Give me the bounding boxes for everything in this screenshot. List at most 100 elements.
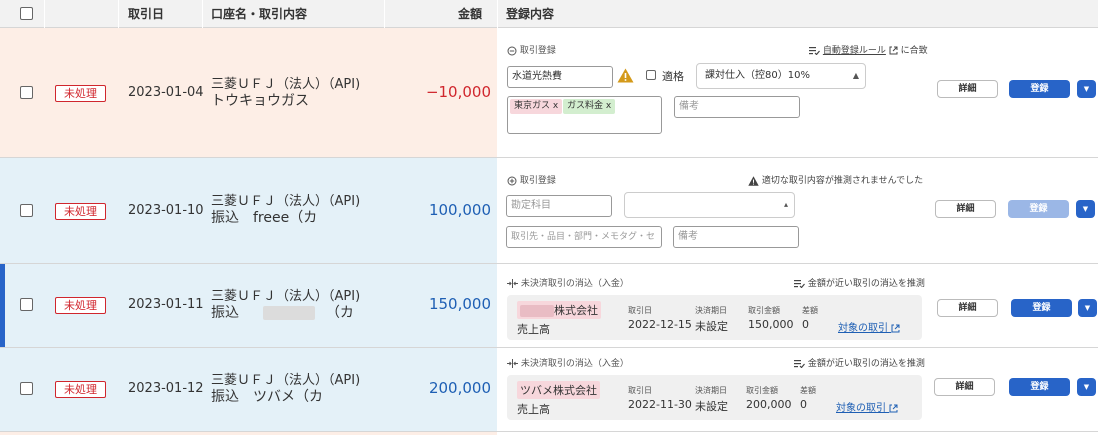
difference-label: 差額 (802, 306, 818, 315)
target-transaction-link[interactable]: 対象の取引 (838, 319, 900, 334)
difference-label: 差額 (800, 386, 816, 395)
account-name: 三菱ＵＦＪ（法人）（API) (211, 289, 361, 304)
header-registration: 登録内容 (506, 7, 555, 21)
register-dropdown-button[interactable]: ▼ (1078, 299, 1097, 317)
suggest-info: 金額が近い取引の消込を推測 (794, 356, 925, 369)
minus-circle-icon (507, 46, 517, 55)
register-button[interactable]: 登録 (1011, 299, 1072, 317)
difference-value: 0 (802, 318, 809, 331)
auto-rule-link[interactable]: 自動登録ルール (823, 46, 886, 56)
detail-button[interactable]: 詳細 (937, 299, 998, 317)
tags-input[interactable]: 東京ガス x ガス料金 x (507, 96, 662, 134)
status-badge: 未処理 (55, 381, 106, 398)
account-name: 三菱ＵＦＪ（法人）（API) (211, 194, 361, 209)
register-button[interactable]: 登録 (1008, 200, 1069, 218)
account-name: 三菱ＵＦＪ（法人）（API) (211, 77, 361, 92)
due-date-label: 決済期日 (695, 386, 727, 395)
section-label[interactable]: 取引登録 (507, 173, 556, 186)
transaction-date: 2023-01-11 (128, 297, 204, 312)
trade-date-label: 取引日 (628, 306, 652, 315)
register-dropdown-button[interactable]: ▼ (1076, 200, 1095, 218)
section-label[interactable]: 取引登録 (507, 43, 556, 56)
status-badge: 未処理 (55, 203, 106, 220)
account-item-input[interactable]: 勘定科目 (506, 195, 612, 217)
amount: −10,000 (425, 83, 491, 101)
trade-date-value: 2022-12-15 (628, 318, 692, 331)
partner-tags-input[interactable]: 取引先・品目・部門・メモタグ・セ (506, 226, 662, 248)
no-suggestion-warning: 適切な取引内容が推測されませんでした (748, 173, 923, 186)
table-row: 未処理 2023-01-10 三菱ＵＦＪ（法人）（API) 振込 freee（カ… (0, 158, 1098, 264)
redacted-text (520, 305, 554, 317)
account-category: 売上高 (517, 403, 550, 416)
qualified-checkbox[interactable] (646, 70, 656, 80)
warning-icon (617, 68, 634, 83)
header-date[interactable]: 取引日 (128, 0, 164, 28)
account-cell: 三菱ＵＦＪ（法人）（API) 振込 （カ (211, 288, 360, 322)
detail-button[interactable]: 詳細 (935, 200, 996, 218)
partner-name: 株式会社 (517, 301, 601, 319)
memo-input[interactable]: 備考 (673, 226, 799, 248)
due-date-label: 決済期日 (695, 306, 727, 315)
tax-category-select[interactable]: ▴ (624, 192, 795, 218)
amount: 100,000 (428, 201, 491, 219)
tax-category-select[interactable]: 課対仕入（控80）10% ▲ (696, 63, 866, 89)
register-dropdown-button[interactable]: ▼ (1077, 378, 1096, 396)
account-item-input[interactable]: 水道光熱費 (507, 66, 613, 88)
chevron-down-icon: ▼ (1083, 85, 1090, 93)
row-checkbox[interactable] (20, 86, 33, 99)
reconcile-candidate-card[interactable]: ツバメ株式会社 売上高 取引日 2022-11-30 決済期日 未設定 取引金額… (507, 375, 922, 420)
table-row: 未処理 2023-01-11 三菱ＵＦＪ（法人）（API) 振込 （カ 150,… (0, 264, 1098, 348)
section-label[interactable]: 未決済取引の消込（入金） (507, 356, 629, 369)
rule-list-icon (794, 360, 805, 368)
account-name: 三菱ＵＦＪ（法人）（API) (211, 373, 361, 388)
header-amount[interactable]: 金額 (458, 0, 482, 28)
select-arrow-icon: ▲ (852, 71, 859, 80)
table-row: 未処理 2023-01-04 三菱ＵＦＪ（法人）（API) トウキョウガス −1… (0, 28, 1098, 158)
external-link-icon (889, 46, 898, 55)
trade-amount-value: 150,000 (748, 318, 794, 331)
detail-button[interactable]: 詳細 (934, 378, 995, 396)
reconcile-icon (507, 279, 518, 288)
row-checkbox[interactable] (20, 204, 33, 217)
register-dropdown-button[interactable]: ▼ (1077, 80, 1096, 98)
reconcile-icon (507, 359, 518, 368)
register-button[interactable]: 登録 (1009, 80, 1070, 98)
external-link-icon (891, 324, 900, 332)
select-all-checkbox[interactable] (20, 7, 33, 20)
target-transaction-link[interactable]: 対象の取引 (836, 399, 898, 414)
transaction-date: 2023-01-04 (128, 85, 204, 100)
chevron-down-icon: ▼ (1083, 383, 1090, 391)
tag-chip[interactable]: 東京ガス x (510, 99, 563, 114)
qualified-label: 適格 (662, 70, 684, 83)
rule-list-icon (794, 280, 805, 288)
trade-date-value: 2022-11-30 (628, 398, 692, 411)
trade-amount-label: 取引金額 (746, 386, 778, 395)
memo-input[interactable]: 備考 (674, 96, 800, 118)
section-label[interactable]: 未決済取引の消込（入金） (507, 276, 629, 289)
header-account: 口座名・取引内容 (211, 7, 308, 21)
trade-amount-label: 取引金額 (748, 306, 780, 315)
transaction-date: 2023-01-12 (128, 381, 204, 396)
table-header: 取引日 口座名・取引内容 金額 登録内容 (0, 0, 1098, 28)
due-date-value: 未設定 (695, 320, 728, 333)
rule-list-icon (809, 47, 820, 55)
partner-name: ツバメ株式会社 (517, 381, 600, 399)
tag-chip[interactable]: ガス料金 x (563, 99, 616, 114)
table-row: 未処理 2023-01-12 三菱ＵＦＪ（法人）（API) 振込 ツバメ（カ 2… (0, 348, 1098, 432)
reconcile-candidate-card[interactable]: 株式会社 売上高 取引日 2022-12-15 決済期日 未設定 取引金額 15… (507, 295, 922, 340)
amount: 150,000 (428, 295, 491, 313)
transaction-description: トウキョウガス (211, 93, 309, 109)
chevron-down-icon: ▼ (1082, 205, 1089, 213)
register-button[interactable]: 登録 (1009, 378, 1070, 396)
transaction-description: 振込 ツバメ（カ (211, 389, 323, 405)
external-link-icon (889, 404, 898, 412)
plus-circle-icon (507, 176, 517, 185)
row-checkbox[interactable] (20, 382, 33, 395)
row-checkbox[interactable] (20, 298, 33, 311)
detail-button[interactable]: 詳細 (937, 80, 998, 98)
suggest-info: 金額が近い取引の消込を推測 (794, 276, 925, 289)
account-category: 売上高 (517, 323, 550, 336)
difference-value: 0 (800, 398, 807, 411)
account-cell: 三菱ＵＦＪ（法人）（API) 振込 freee（カ (211, 193, 360, 227)
amount: 200,000 (428, 379, 491, 397)
